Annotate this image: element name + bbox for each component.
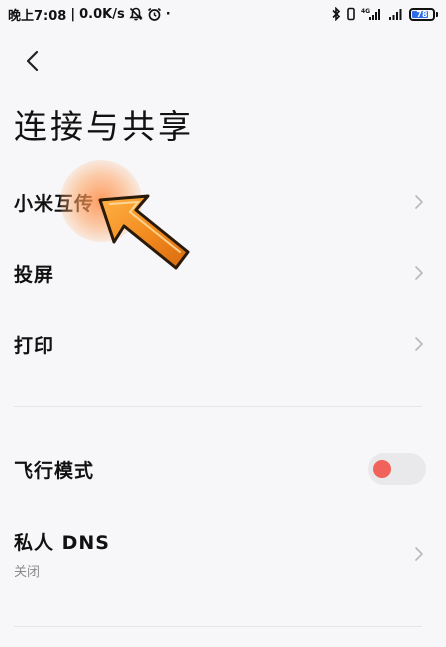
status-separator: |	[70, 6, 76, 22]
chevron-right-icon	[414, 336, 424, 352]
airplane-mode-row: 飞行模式	[0, 447, 446, 491]
airplane-mode-label: 飞行模式	[14, 459, 95, 482]
battery-cap	[436, 11, 438, 17]
menu-item-print[interactable]: 打印	[0, 322, 446, 366]
private-dns-text: 私人 DNS 关闭	[14, 528, 110, 580]
vibrate-icon	[346, 7, 356, 21]
network-speed: 0.0K/s	[79, 6, 125, 22]
section-divider	[14, 626, 422, 627]
signal-icon	[388, 7, 404, 21]
network-badge: 4G	[361, 8, 370, 15]
status-dot: ·	[165, 6, 171, 22]
status-right: 4G 78	[331, 7, 438, 21]
bluetooth-icon	[331, 7, 341, 21]
status-bar: 晚上7:08 | 0.0K/s · 4G 78	[0, 0, 446, 28]
menu-item-label: 投屏	[14, 263, 55, 286]
mute-bell-icon	[129, 7, 143, 21]
toggle-knob	[373, 460, 391, 478]
chevron-right-icon	[414, 265, 424, 281]
battery-level: 78	[416, 9, 428, 19]
battery-body: 78	[409, 7, 435, 21]
chevron-right-icon	[414, 194, 424, 210]
menu-item-private-dns[interactable]: 私人 DNS 关闭	[0, 526, 446, 582]
menu-item-mi-share[interactable]: 小米互传	[0, 180, 446, 224]
status-left: 晚上7:08 | 0.0K/s ·	[8, 5, 171, 24]
section-divider	[14, 406, 422, 407]
back-button[interactable]	[16, 44, 50, 78]
chevron-left-icon	[26, 50, 39, 72]
private-dns-status: 关闭	[14, 565, 41, 580]
menu-item-label: 小米互传	[14, 192, 95, 215]
page-title: 连接与共享	[14, 107, 194, 146]
status-time: 晚上7:08	[8, 8, 67, 24]
chevron-right-icon	[414, 546, 424, 562]
battery-icon: 78	[409, 7, 438, 21]
menu-item-label: 打印	[14, 334, 55, 357]
menu-item-cast[interactable]: 投屏	[0, 251, 446, 295]
alarm-icon	[147, 7, 162, 22]
private-dns-label: 私人 DNS	[14, 532, 110, 554]
signal-icon: 4G	[361, 7, 383, 21]
airplane-mode-toggle[interactable]	[368, 453, 426, 485]
settings-screen: 晚上7:08 | 0.0K/s · 4G 78 连接与共享 小米互传 投屏 打印…	[0, 0, 446, 647]
